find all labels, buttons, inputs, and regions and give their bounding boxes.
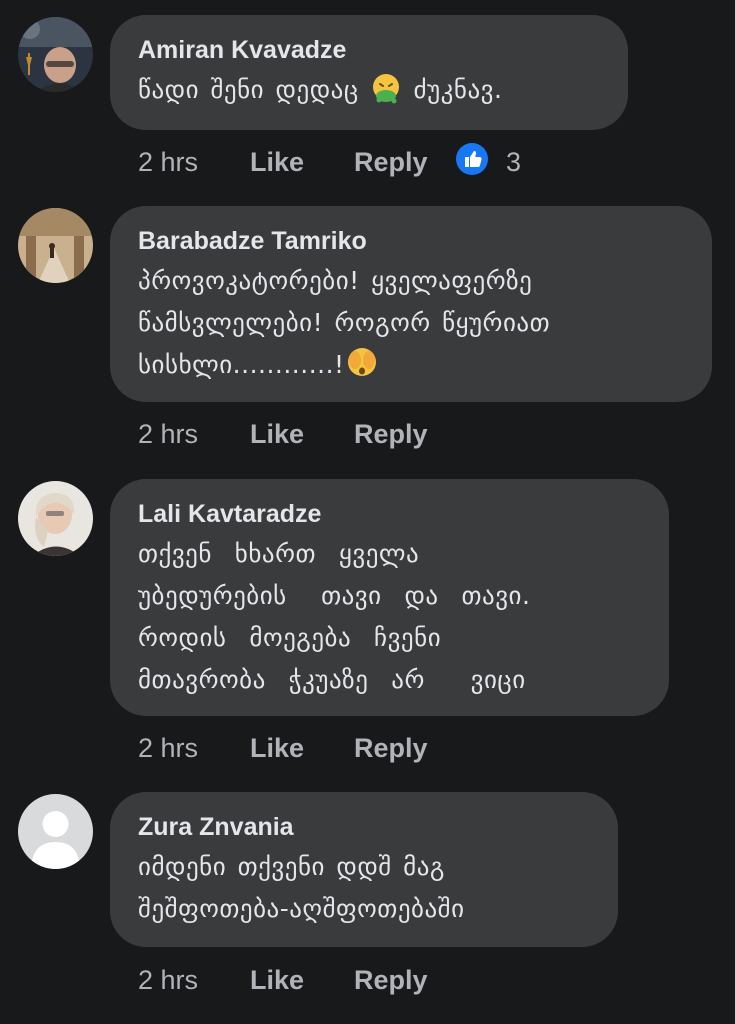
comment-bubble: Zura Znvania იმდენი თქვენი დდშ მაგ შეშფო… bbox=[110, 792, 618, 947]
like-button[interactable]: Like bbox=[250, 147, 354, 178]
comment-timestamp[interactable]: 2 hrs bbox=[138, 965, 250, 996]
comment-text: იმდენი თქვენი დდშ მაგ შეშფოთება-აღშფოთებ… bbox=[138, 852, 465, 923]
reply-button[interactable]: Reply bbox=[354, 147, 454, 178]
comment-bubble: Barabadze Tamriko პროვოკატორები! ყველაფე… bbox=[110, 206, 712, 402]
comment-actions: 2 hrs Like Reply bbox=[138, 960, 454, 1000]
comment-author[interactable]: Zura Znvania bbox=[138, 812, 590, 842]
reaction-summary[interactable]: 3 bbox=[456, 142, 522, 182]
comment-text: წადი შენი დედაც ძუკნავ. bbox=[138, 69, 600, 117]
thumbs-up-icon bbox=[456, 142, 488, 182]
avatar[interactable] bbox=[18, 481, 93, 556]
avatar[interactable] bbox=[18, 794, 93, 869]
avatar[interactable] bbox=[18, 17, 93, 92]
comment-author[interactable]: Amiran Kvavadze bbox=[138, 35, 600, 65]
comment-author[interactable]: Lali Kavtaradze bbox=[138, 499, 641, 529]
reply-button[interactable]: Reply bbox=[354, 965, 454, 996]
comment-bubble: Lali Kavtaradze თქვენ ხხართ ყველა უბედურ… bbox=[110, 479, 669, 716]
comment-timestamp[interactable]: 2 hrs bbox=[138, 147, 250, 178]
comment-actions: 2 hrs Like Reply 3 bbox=[138, 142, 521, 182]
comment-timestamp[interactable]: 2 hrs bbox=[138, 419, 250, 450]
comment-thread: Amiran Kvavadze წადი შენი დედაც ძუკნავ. … bbox=[0, 0, 735, 1024]
reply-button[interactable]: Reply bbox=[354, 733, 454, 764]
avatar[interactable] bbox=[18, 208, 93, 283]
comment-bubble: Amiran Kvavadze წადი შენი დედაც ძუკნავ. bbox=[110, 15, 628, 130]
comment-text: პროვოკატორები! ყველაფერზე წამსვლელები! რ… bbox=[138, 260, 684, 392]
comment-actions: 2 hrs Like Reply bbox=[138, 728, 454, 768]
like-button[interactable]: Like bbox=[250, 419, 354, 450]
comment-timestamp[interactable]: 2 hrs bbox=[138, 733, 250, 764]
like-button[interactable]: Like bbox=[250, 965, 354, 996]
like-button[interactable]: Like bbox=[250, 733, 354, 764]
reply-button[interactable]: Reply bbox=[354, 419, 454, 450]
comment-actions: 2 hrs Like Reply bbox=[138, 414, 454, 454]
face-with-hands-over-eyes-icon bbox=[345, 345, 379, 392]
comment-text: თქვენ ხხართ ყველა უბედურების თავი და თავ… bbox=[138, 539, 531, 694]
comment-author[interactable]: Barabadze Tamriko bbox=[138, 226, 684, 256]
vomiting-face-icon bbox=[370, 72, 402, 117]
reaction-count: 3 bbox=[506, 146, 522, 177]
